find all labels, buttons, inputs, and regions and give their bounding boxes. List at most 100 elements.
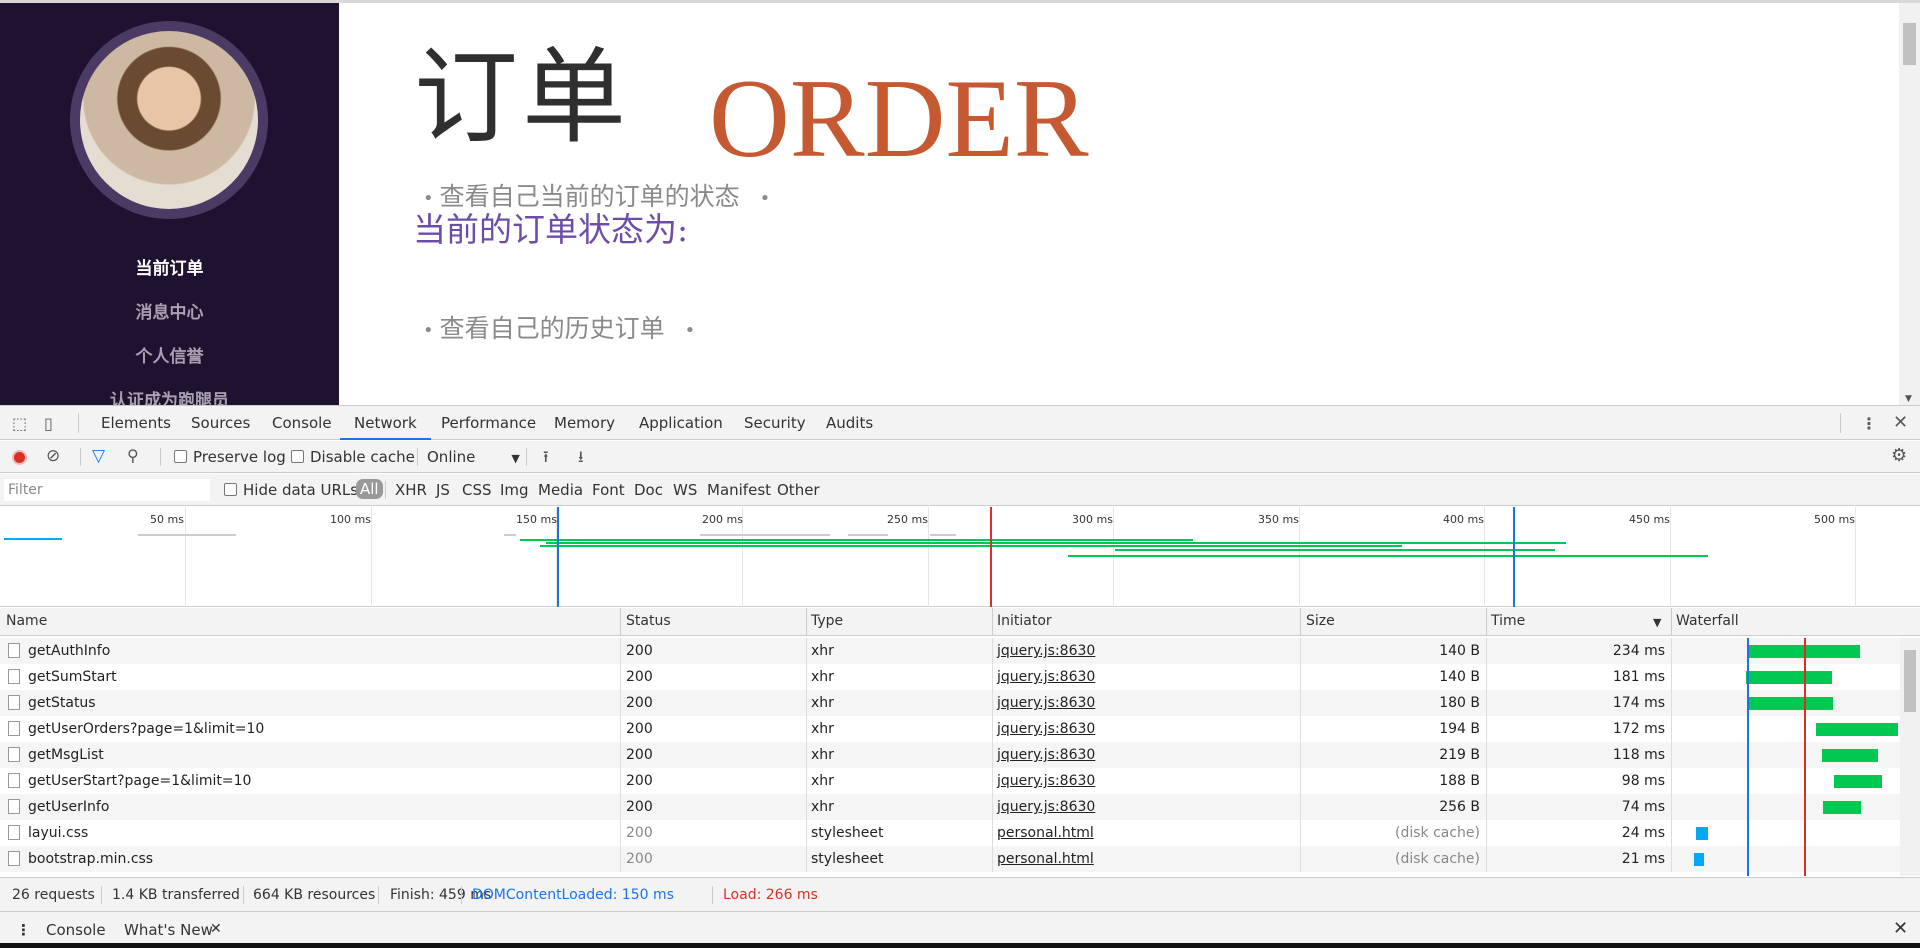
table-row[interactable]: getStatus 200 xhr jquery.js:8630 180 B 174 ms [0, 690, 1900, 716]
tab-security[interactable]: Security [742, 406, 808, 440]
tab-sources[interactable]: Sources [189, 406, 252, 440]
filter-type-all[interactable]: All [356, 479, 383, 499]
column-time[interactable]: Time [1491, 613, 1525, 629]
scroll-down-arrow-icon[interactable]: ▼ [1905, 394, 1912, 404]
inspect-element-icon[interactable]: ⬚ [12, 414, 27, 433]
cell-time: 181 ms [1612, 669, 1665, 685]
cell-time: 98 ms [1621, 773, 1665, 789]
filter-type-img[interactable]: Img [500, 481, 529, 499]
cell-status: 200 [626, 747, 653, 763]
gear-icon[interactable]: ⚙ [1891, 445, 1907, 466]
cell-initiator-link[interactable]: personal.html [997, 851, 1094, 867]
import-har-icon[interactable]: ⭱ [543, 446, 549, 473]
tab-performance[interactable]: Performance [439, 406, 538, 440]
cell-initiator-link[interactable]: jquery.js:8630 [997, 773, 1095, 789]
filter-input[interactable] [4, 479, 210, 501]
checkbox-box[interactable] [291, 450, 304, 463]
table-row[interactable]: getAuthInfo 200 xhr jquery.js:8630 140 B 234 … [0, 638, 1900, 664]
filter-type-font[interactable]: Font [592, 481, 625, 499]
table-row[interactable]: getUserStart?page=1&limit=10 200 xhr jquery… [0, 768, 1900, 794]
cell-initiator-link[interactable]: jquery.js:8630 [997, 799, 1095, 815]
column-divider [620, 664, 621, 690]
column-divider [1671, 638, 1672, 664]
preserve-log-checkbox[interactable]: Preserve log [174, 448, 286, 466]
drawer-tab-whats-new[interactable]: What's New [124, 921, 213, 939]
filter-type-other[interactable]: Other [777, 481, 820, 499]
tab-audits[interactable]: Audits [824, 406, 875, 440]
sidebar-link-credit[interactable]: 个人信誉 [0, 342, 339, 367]
column-name[interactable]: Name [6, 613, 47, 629]
close-devtools-icon[interactable]: ✕ [1893, 412, 1908, 433]
cell-name[interactable]: getStatus [28, 695, 96, 711]
throttle-select[interactable]: Online ▼ [427, 448, 520, 466]
checkbox-box[interactable] [224, 483, 237, 496]
column-waterfall[interactable]: Waterfall [1676, 613, 1739, 629]
sidebar-link-current-orders[interactable]: 当前订单 [0, 254, 339, 279]
table-row[interactable]: layui.css 200 stylesheet personal.html (disk… [0, 820, 1900, 846]
filter-type-doc[interactable]: Doc [634, 481, 663, 499]
export-har-icon[interactable]: ⭳ [578, 446, 584, 473]
sort-desc-icon[interactable]: ▼ [1653, 616, 1661, 629]
tab-network[interactable]: Network [340, 406, 431, 440]
cell-name[interactable]: getAuthInfo [28, 643, 110, 659]
record-icon[interactable] [12, 450, 27, 465]
tab-elements[interactable]: Elements [99, 406, 173, 440]
cell-name[interactable]: getSumStart [28, 669, 117, 685]
column-type[interactable]: Type [811, 613, 843, 629]
cell-initiator-link[interactable]: personal.html [997, 825, 1094, 841]
cell-type: stylesheet [811, 851, 884, 867]
table-row[interactable]: getUserInfo 200 xhr jquery.js:8630 256 B 74 m… [0, 794, 1900, 820]
column-size[interactable]: Size [1306, 613, 1335, 629]
disable-cache-checkbox[interactable]: Disable cache [291, 448, 415, 466]
table-row[interactable]: getMsgList 200 xhr jquery.js:8630 219 B 118 m… [0, 742, 1900, 768]
device-toolbar-icon[interactable]: ▯ [44, 414, 53, 433]
network-overview[interactable]: 50 ms 100 ms 150 ms 200 ms 250 ms 300 ms… [0, 507, 1920, 607]
column-initiator[interactable]: Initiator [997, 613, 1052, 629]
page-scrollbar[interactable]: ▼ [1899, 3, 1920, 405]
more-options-icon[interactable]: ⋮ [1861, 414, 1877, 433]
column-status[interactable]: Status [626, 613, 671, 629]
cell-name[interactable]: layui.css [28, 825, 88, 841]
cell-name[interactable]: getUserInfo [28, 799, 109, 815]
cell-type: xhr [811, 747, 834, 763]
column-divider [992, 768, 993, 794]
requests-scrollbar-thumb[interactable] [1904, 650, 1916, 712]
filter-type-manifest[interactable]: Manifest [707, 481, 771, 499]
divider [385, 481, 386, 499]
sidebar-link-become-runner[interactable]: 认证成为跑腿员 [0, 386, 339, 405]
page-scrollbar-thumb[interactable] [1903, 23, 1916, 65]
table-row[interactable]: getUserOrders?page=1&limit=10 200 xhr jquer… [0, 716, 1900, 742]
requests-scrollbar[interactable] [1900, 638, 1920, 876]
sidebar-link-messages[interactable]: 消息中心 [0, 298, 339, 323]
close-tab-icon[interactable]: ✕ [210, 921, 222, 937]
filter-icon[interactable]: ▽ [92, 446, 105, 466]
clear-icon[interactable]: ⊘ [46, 446, 60, 466]
tab-application[interactable]: Application [637, 406, 725, 440]
cell-name[interactable]: getUserStart?page=1&limit=10 [28, 773, 251, 789]
filter-type-js[interactable]: JS [436, 481, 450, 499]
overview-bar [4, 538, 62, 540]
cell-initiator-link[interactable]: jquery.js:8630 [997, 721, 1095, 737]
search-icon[interactable]: ⚲ [127, 446, 139, 465]
cell-initiator-link[interactable]: jquery.js:8630 [997, 669, 1095, 685]
cell-name[interactable]: getUserOrders?page=1&limit=10 [28, 721, 264, 737]
cell-initiator-link[interactable]: jquery.js:8630 [997, 695, 1095, 711]
filter-type-ws[interactable]: WS [673, 481, 697, 499]
cell-type: xhr [811, 721, 834, 737]
cell-name[interactable]: getMsgList [28, 747, 104, 763]
hide-data-urls-checkbox[interactable]: Hide data URLs [224, 481, 358, 499]
table-row[interactable]: getSumStart 200 xhr jquery.js:8630 140 B 181 … [0, 664, 1900, 690]
filter-type-media[interactable]: Media [538, 481, 583, 499]
cell-name[interactable]: bootstrap.min.css [28, 851, 153, 867]
cell-initiator-link[interactable]: jquery.js:8630 [997, 643, 1095, 659]
checkbox-box[interactable] [174, 450, 187, 463]
drawer-menu-icon[interactable]: ⋮ [16, 921, 31, 939]
cell-initiator-link[interactable]: jquery.js:8630 [997, 747, 1095, 763]
drawer-tab-console[interactable]: Console [46, 921, 106, 939]
filter-type-css[interactable]: CSS [462, 481, 492, 499]
tab-memory[interactable]: Memory [552, 406, 617, 440]
filter-type-xhr[interactable]: XHR [395, 481, 427, 499]
close-drawer-icon[interactable]: ✕ [1893, 918, 1908, 939]
table-row[interactable]: bootstrap.min.css 200 stylesheet personal.h… [0, 846, 1900, 872]
tab-console[interactable]: Console [270, 406, 334, 440]
